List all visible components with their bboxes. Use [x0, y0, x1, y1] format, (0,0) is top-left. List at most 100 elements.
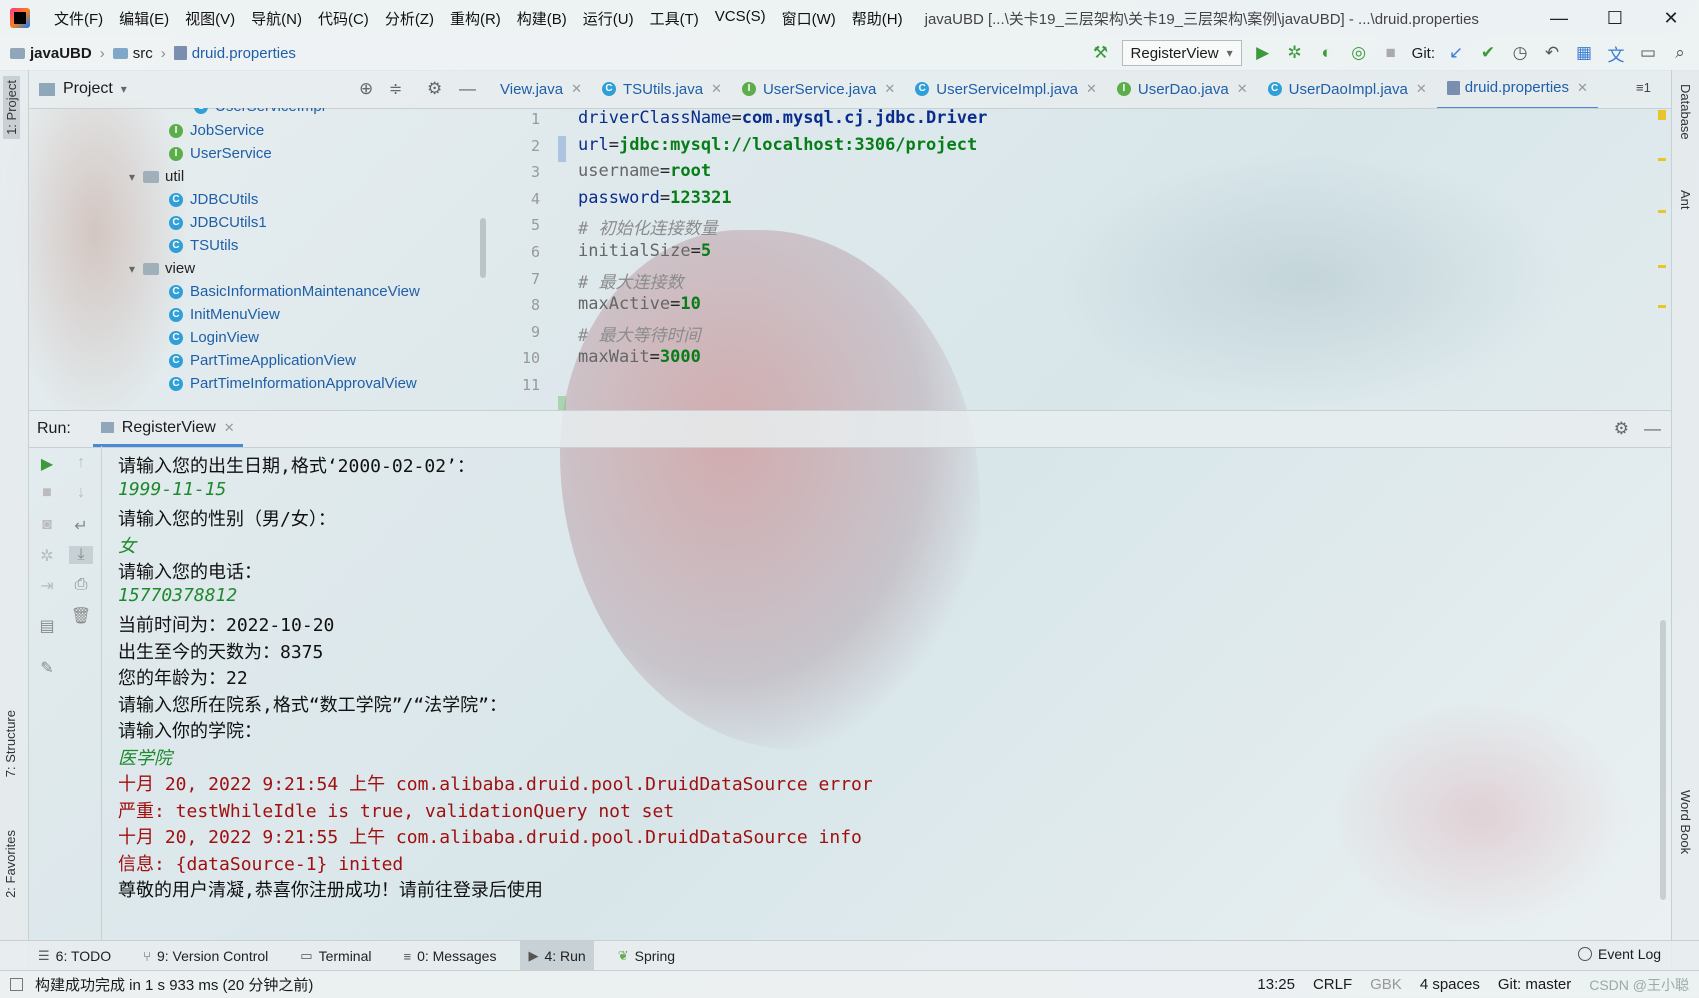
chevron-down-icon[interactable]: ▾: [121, 82, 127, 96]
bug-icon[interactable]: ✲: [35, 546, 59, 566]
gear-icon[interactable]: ⚙: [1614, 419, 1629, 439]
editor-tab-userdaoimpl-java[interactable]: C UserDaoImpl.java ✕: [1258, 70, 1437, 108]
close-icon[interactable]: ✕: [1577, 80, 1588, 96]
stop-icon[interactable]: ■: [1380, 43, 1402, 63]
editor-tab-userserviceimpl-java[interactable]: C UserServiceImpl.java ✕: [905, 70, 1107, 108]
indent-setting[interactable]: 4 spaces: [1420, 976, 1480, 993]
breadcrumb-file[interactable]: druid.properties: [192, 45, 296, 62]
close-icon[interactable]: ✕: [1643, 0, 1699, 36]
breadcrumb-project[interactable]: javaUBD: [30, 45, 92, 62]
menu-item[interactable]: 文件(F): [46, 8, 111, 29]
tree-item-userserviceimpl[interactable]: C UserServiceImpl: [194, 108, 325, 115]
tree-item-basicinformationmaintenanceview[interactable]: C BasicInformationMaintenanceView: [169, 283, 420, 300]
coverage-icon[interactable]: ◐: [1316, 43, 1338, 63]
tree-item-tsutils[interactable]: C TSUtils: [169, 237, 238, 254]
tool-tab-structure[interactable]: 7: Structure: [3, 710, 18, 777]
bottom-tool-4-run[interactable]: ▶ 4: Run: [520, 941, 594, 971]
run-tab[interactable]: RegisterView ✕: [92, 411, 243, 447]
soft-wrap-icon[interactable]: ↵: [69, 516, 93, 536]
maximize-icon[interactable]: ☐: [1587, 0, 1643, 36]
tree-item-view[interactable]: ▾ view: [129, 260, 195, 277]
event-log-button[interactable]: Event Log: [1578, 946, 1661, 962]
menu-item[interactable]: 代码(C): [310, 8, 377, 29]
git-commit-icon[interactable]: ✔: [1477, 43, 1499, 63]
terminal-toggle-icon[interactable]: ▭: [1637, 43, 1659, 63]
profile-icon[interactable]: ◎: [1348, 43, 1370, 63]
editor-tab-view-java[interactable]: View.java ✕: [490, 70, 592, 108]
tab-overflow-button[interactable]: ≡1: [1636, 80, 1651, 95]
status-toggle-icon[interactable]: [10, 978, 23, 991]
layout-icon[interactable]: ▤: [35, 616, 59, 636]
camera-icon[interactable]: ◙: [35, 516, 59, 534]
close-icon[interactable]: ✕: [884, 81, 895, 97]
menu-item[interactable]: 视图(V): [177, 8, 243, 29]
project-structure-icon[interactable]: ▦: [1573, 43, 1595, 63]
scroll-to-end-icon[interactable]: ⤓: [69, 546, 93, 564]
close-icon[interactable]: ✕: [224, 420, 235, 436]
menu-item[interactable]: 导航(N): [243, 8, 310, 29]
trash-icon[interactable]: 🗑: [69, 606, 93, 626]
tree-item-jdbcutils1[interactable]: C JDBCUtils1: [169, 214, 267, 231]
git-history-icon[interactable]: ◷: [1509, 43, 1531, 63]
bottom-tool-9-version-control[interactable]: ⑂ 9: Version Control: [135, 941, 276, 971]
git-rollback-icon[interactable]: ↶: [1541, 43, 1563, 63]
tool-tab-project[interactable]: 1: Project: [3, 76, 20, 139]
breadcrumb-src[interactable]: src: [133, 45, 153, 62]
tree-item-parttimeapplicationview[interactable]: C PartTimeApplicationView: [169, 352, 356, 369]
bottom-tool-spring[interactable]: ❦ Spring: [610, 941, 683, 971]
tree-item-parttimeinformationapprovalview[interactable]: C PartTimeInformationApprovalView: [169, 375, 417, 392]
hide-icon[interactable]: —: [1644, 419, 1661, 439]
file-encoding[interactable]: GBK: [1370, 976, 1402, 993]
tree-item-userservice[interactable]: I UserService: [169, 145, 272, 162]
menu-item[interactable]: 帮助(H): [844, 8, 911, 29]
bottom-tool-6-todo[interactable]: ☰ 6: TODO: [30, 941, 119, 971]
console-scrollbar[interactable]: [1660, 620, 1666, 900]
editor-tab-druid-properties[interactable]: druid.properties ✕: [1436, 70, 1598, 108]
menu-item[interactable]: 分析(Z): [377, 8, 442, 29]
caret-position[interactable]: 13:25: [1257, 976, 1295, 993]
build-hammer-icon[interactable]: ⚒: [1090, 43, 1112, 63]
close-icon[interactable]: ✕: [1416, 81, 1427, 97]
locate-icon[interactable]: ⊕: [359, 79, 373, 99]
run-configuration-select[interactable]: RegisterView ▾: [1121, 40, 1242, 66]
menu-item[interactable]: VCS(S): [707, 8, 774, 29]
minimize-icon[interactable]: —: [1531, 0, 1587, 36]
editor-tab-tsutils-java[interactable]: C TSUtils.java ✕: [592, 70, 732, 108]
down-arrow-icon[interactable]: ↓: [69, 484, 93, 502]
pin-icon[interactable]: ✎: [35, 658, 59, 678]
exit-icon[interactable]: ⇥: [35, 576, 59, 596]
menu-item[interactable]: 重构(R): [442, 8, 509, 29]
line-separator[interactable]: CRLF: [1313, 976, 1352, 993]
tool-tab-favorites[interactable]: 2: Favorites: [3, 830, 18, 898]
close-icon[interactable]: ✕: [1086, 81, 1097, 97]
tree-item-util[interactable]: ▾ util: [129, 168, 184, 185]
console-output[interactable]: 请输入您的出生日期,格式‘2000-02-02’： 1999-11-15 请输入您的…: [118, 446, 1658, 940]
menu-item[interactable]: 运行(U): [575, 8, 642, 29]
project-panel-title[interactable]: Project: [63, 80, 113, 98]
chevron-down-icon[interactable]: ▾: [129, 262, 135, 276]
rerun-icon[interactable]: ▶: [35, 454, 59, 474]
close-icon[interactable]: ✕: [711, 81, 722, 97]
menu-item[interactable]: 构建(B): [509, 8, 575, 29]
search-icon[interactable]: ⌕: [1669, 43, 1691, 63]
tool-tab-word-book[interactable]: Word Book: [1678, 790, 1693, 854]
translate-icon[interactable]: 文: [1605, 41, 1627, 66]
menu-item[interactable]: 窗口(W): [774, 8, 844, 29]
print-icon[interactable]: ⎙: [69, 576, 93, 594]
collapse-all-icon[interactable]: ≑: [389, 79, 402, 99]
debug-icon[interactable]: ✲: [1284, 43, 1306, 63]
tree-item-initmenuview[interactable]: C InitMenuView: [169, 306, 280, 323]
run-icon[interactable]: ▶: [1252, 43, 1274, 63]
git-update-icon[interactable]: ↙: [1445, 43, 1467, 63]
tool-tab-ant[interactable]: Ant: [1678, 190, 1693, 210]
tree-item-jobservice[interactable]: I JobService: [169, 122, 264, 139]
close-icon[interactable]: ✕: [1237, 81, 1248, 97]
editor-tab-userservice-java[interactable]: I UserService.java ✕: [732, 70, 905, 108]
git-branch[interactable]: Git: master: [1498, 976, 1571, 993]
tree-item-jdbcutils[interactable]: C JDBCUtils: [169, 191, 258, 208]
hide-icon[interactable]: —: [459, 79, 476, 99]
tool-tab-database[interactable]: Database: [1678, 84, 1693, 140]
code-editor[interactable]: driverClassName=com.mysql.cj.jdbc.Driver…: [578, 108, 1668, 410]
status-message[interactable]: 构建成功完成 in 1 s 933 ms (20 分钟之前): [35, 974, 313, 995]
project-tree-scrollbar[interactable]: [480, 218, 486, 278]
